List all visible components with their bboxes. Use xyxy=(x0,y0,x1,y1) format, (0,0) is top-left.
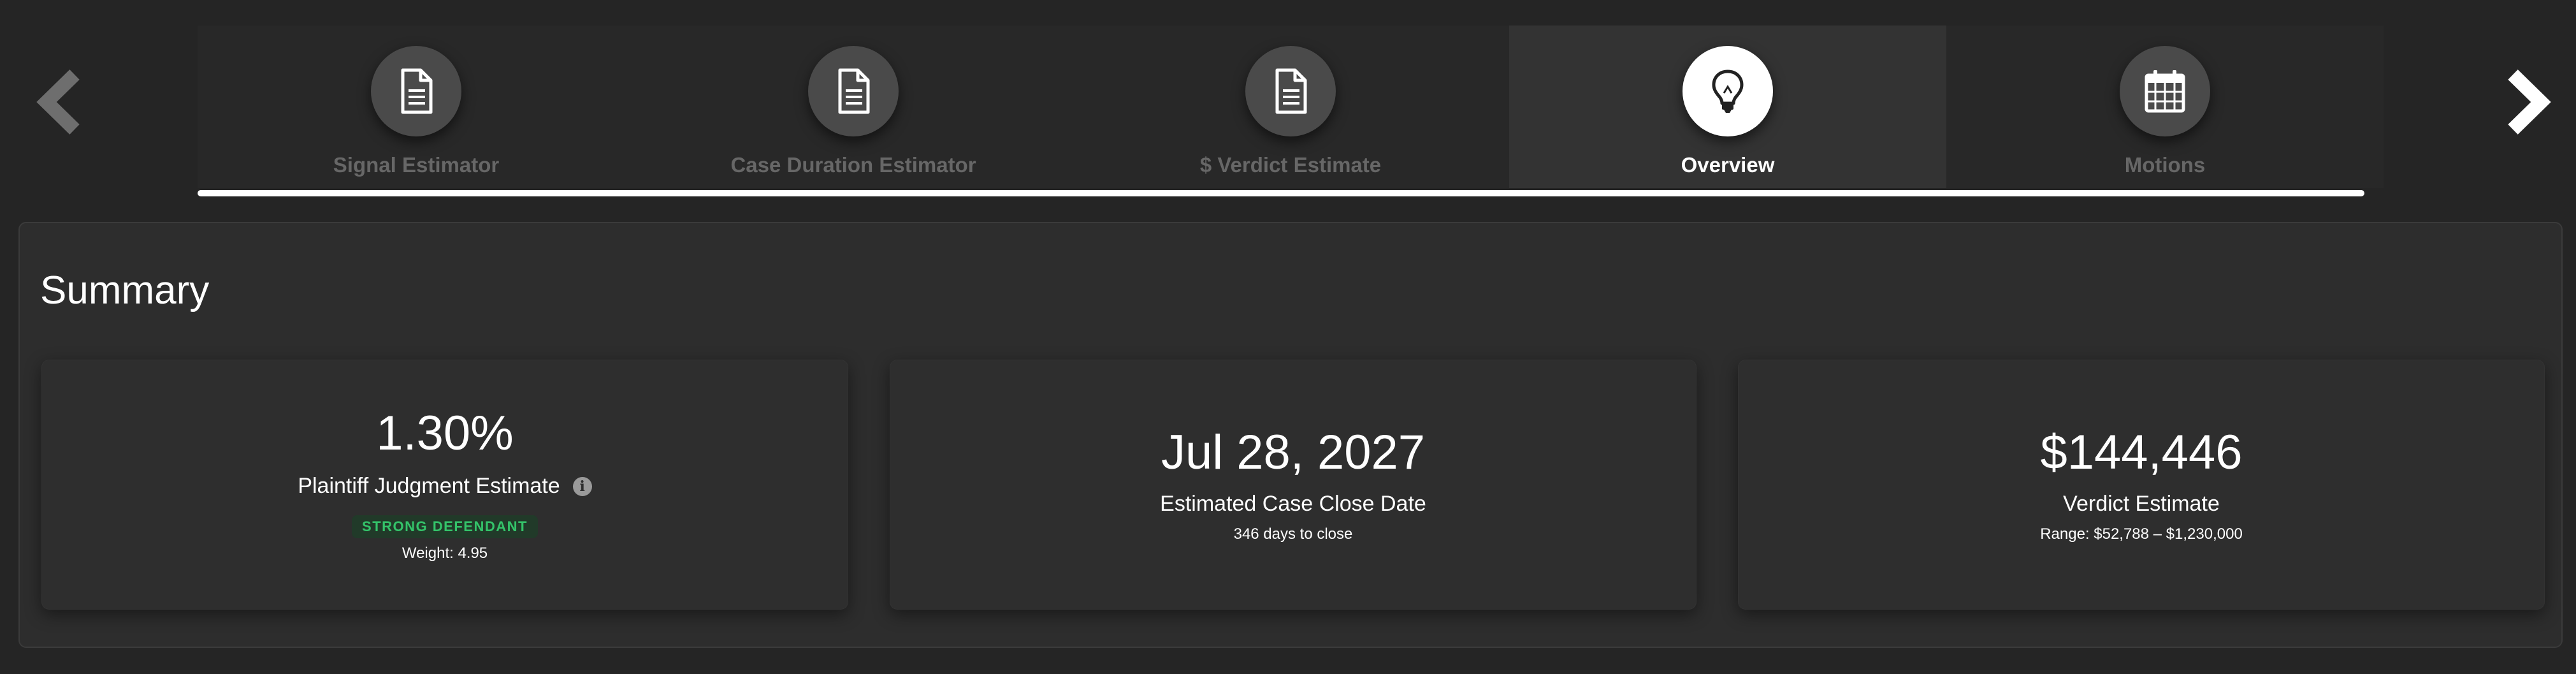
tab-label: Overview xyxy=(1681,153,1775,177)
tab-motions[interactable]: Motions xyxy=(1946,26,2384,188)
tab-label: Signal Estimator xyxy=(333,153,500,177)
tab-icon-circle xyxy=(1245,46,1336,136)
case-close-date-label: Estimated Case Close Date xyxy=(1160,492,1426,516)
tab-icon-circle xyxy=(371,46,461,136)
previous-arrow-button[interactable] xyxy=(25,67,96,137)
case-close-date-card: Jul 28, 2027 Estimated Case Close Date 3… xyxy=(890,360,1697,610)
document-icon xyxy=(838,68,870,114)
next-arrow-button[interactable] xyxy=(2492,67,2562,137)
chevron-left-icon xyxy=(36,70,80,135)
plaintiff-judgment-value: 1.30% xyxy=(376,406,514,460)
verdict-estimate-card: $144,446 Verdict Estimate Range: $52,788… xyxy=(1738,360,2545,610)
tab-label: Motions xyxy=(2124,153,2206,177)
chevron-right-icon xyxy=(2508,70,2551,135)
tabs-underline xyxy=(198,190,2364,196)
tab-signal-estimator[interactable]: Signal Estimator xyxy=(198,26,635,188)
weight-text: Weight: 4.95 xyxy=(402,545,488,562)
estimator-tabs: Signal Estimator Case Duration Estimator… xyxy=(198,26,2384,188)
document-icon xyxy=(1275,68,1307,114)
summary-title: Summary xyxy=(40,268,210,312)
plaintiff-judgment-label-row: Plaintiff Judgment Estimate i xyxy=(298,474,592,499)
info-icon[interactable]: i xyxy=(572,476,592,496)
tab-label: Case Duration Estimator xyxy=(730,153,976,177)
verdict-range-text: Range: $52,788 – $1,230,000 xyxy=(2040,525,2243,543)
plaintiff-judgment-label: Plaintiff Judgment Estimate xyxy=(298,474,560,499)
verdict-estimate-value: $144,446 xyxy=(2040,425,2243,480)
summary-panel: Summary 1.30% Plaintiff Judgment Estimat… xyxy=(18,222,2563,648)
tab-verdict-estimate[interactable]: $ Verdict Estimate xyxy=(1072,26,1509,188)
document-icon xyxy=(401,68,433,114)
calendar-icon xyxy=(2145,70,2185,113)
lightbulb-icon xyxy=(1712,70,1744,113)
plaintiff-judgment-card: 1.30% Plaintiff Judgment Estimate i STRO… xyxy=(41,360,848,610)
tab-overview[interactable]: Overview xyxy=(1509,26,1946,188)
tab-icon-circle xyxy=(808,46,899,136)
case-close-date-value: Jul 28, 2027 xyxy=(1161,425,1426,480)
tab-label: $ Verdict Estimate xyxy=(1199,153,1382,177)
tab-case-duration-estimator[interactable]: Case Duration Estimator xyxy=(635,26,1072,188)
tab-icon-circle xyxy=(1682,46,1773,136)
tab-icon-circle xyxy=(2120,46,2210,136)
verdict-estimate-label: Verdict Estimate xyxy=(2063,492,2220,516)
days-to-close-text: 346 days to close xyxy=(1233,525,1353,543)
status-badge: STRONG DEFENDANT xyxy=(352,515,538,539)
